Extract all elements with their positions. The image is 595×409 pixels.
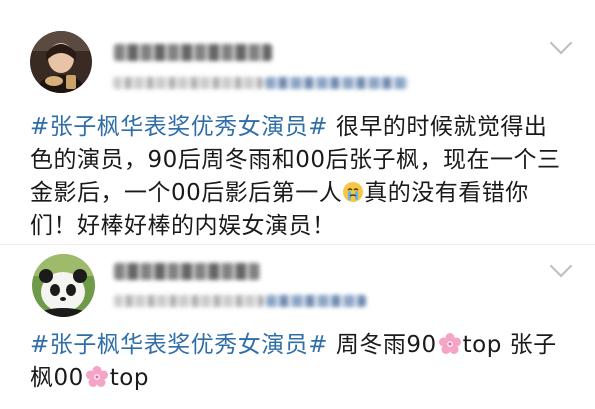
comment-card: #张子枫华表奖优秀女演员# 周冬雨90 top 张子枫00 top — [0, 245, 595, 409]
cherry-blossom-icon — [85, 366, 108, 387]
username[interactable] — [114, 44, 272, 61]
chevron-down-icon[interactable] — [549, 31, 573, 55]
comment-text: #张子枫华表奖优秀女演员# 周冬雨90 top 张子枫00 top — [30, 329, 569, 395]
avatar[interactable] — [32, 254, 95, 317]
comment-meta-source — [266, 295, 366, 307]
comment-text: #张子枫华表奖优秀女演员# 很早的时候就觉得出色的演员，90后周冬雨和00后张子… — [30, 111, 569, 243]
comment-meta — [114, 295, 264, 307]
comment-text-part: 周冬雨90 — [328, 332, 437, 358]
comment-meta-source — [265, 77, 408, 89]
topic-link[interactable]: #张子枫华表奖优秀女演员# — [30, 114, 328, 140]
comment-text-part: top — [109, 365, 149, 391]
topic-link[interactable]: #张子枫华表奖优秀女演员# — [30, 332, 328, 358]
avatar[interactable] — [30, 31, 92, 93]
comment-card: #张子枫华表奖优秀女演员# 很早的时候就觉得出色的演员，90后周冬雨和00后张子… — [0, 0, 595, 245]
cherry-blossom-icon — [438, 333, 461, 354]
chevron-down-icon[interactable] — [549, 254, 573, 278]
crying-face-icon — [343, 182, 364, 202]
comment-meta — [113, 77, 263, 89]
username[interactable] — [114, 263, 260, 280]
